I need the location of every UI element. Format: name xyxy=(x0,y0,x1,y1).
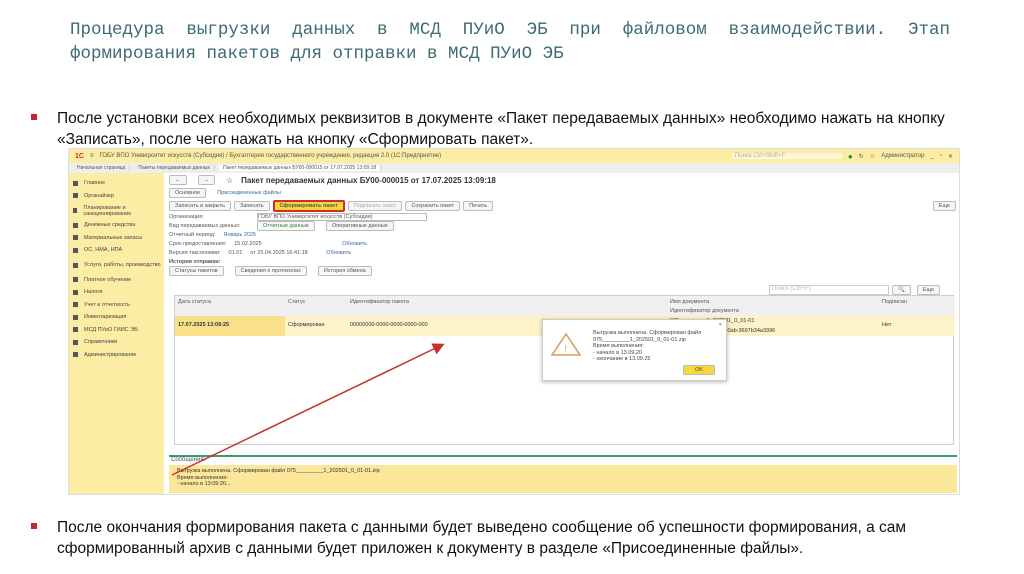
pointer-arrow xyxy=(171,343,445,476)
bullet-2: После окончания формирования пакета с да… xyxy=(31,517,967,559)
bullet-icon xyxy=(31,523,37,529)
bullet-text: После окончания формирования пакета с да… xyxy=(57,519,907,557)
